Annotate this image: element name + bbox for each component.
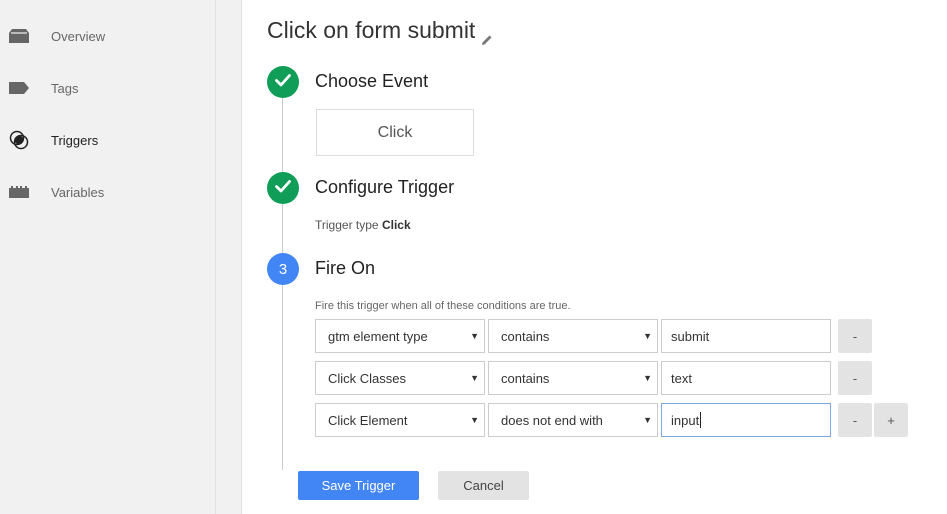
condition-value-input[interactable]: text <box>661 361 831 395</box>
save-trigger-button[interactable]: Save Trigger <box>298 471 419 500</box>
sidebar-item-label: Overview <box>51 28 106 44</box>
variable-select-value: Click Classes <box>328 370 407 386</box>
cancel-button[interactable]: Cancel <box>438 471 529 500</box>
page-title: Click on form submit <box>267 17 493 45</box>
step-title-fire-on: Fire On <box>315 258 376 278</box>
condition-value-input[interactable]: submit <box>661 319 831 353</box>
sidebar-item-variables[interactable]: Variables <box>0 172 216 212</box>
variable-select[interactable]: Click Classes ▼ <box>315 361 485 395</box>
dropdown-arrow-icon: ▼ <box>643 373 652 383</box>
condition-value-text: text <box>671 370 692 386</box>
variable-select[interactable]: gtm element type ▼ <box>315 319 485 353</box>
trigger-editor: Click on form submit Choose Event Click … <box>243 0 947 514</box>
step-connector <box>282 284 283 470</box>
operator-select[interactable]: does not end with ▼ <box>488 403 658 437</box>
sidebar-item-tags[interactable]: Tags <box>0 68 216 108</box>
step-connector <box>282 97 283 177</box>
trigger-type-value: Click <box>381 218 411 232</box>
remove-condition-button[interactable]: - <box>838 361 872 395</box>
step-complete-badge <box>267 172 299 204</box>
dropdown-arrow-icon: ▼ <box>470 415 479 425</box>
variables-icon <box>9 184 29 200</box>
event-type-label: Click <box>377 123 413 141</box>
operator-select[interactable]: contains ▼ <box>488 319 658 353</box>
trigger-icon <box>9 130 29 150</box>
step-title-choose-event: Choose Event <box>315 71 429 91</box>
checkmark-icon <box>275 73 291 91</box>
dropdown-arrow-icon: ▼ <box>470 373 479 383</box>
variable-select[interactable]: Click Element ▼ <box>315 403 485 437</box>
sidebar-item-label: Variables <box>51 184 105 200</box>
operator-select[interactable]: contains ▼ <box>488 361 658 395</box>
step-title-configure-trigger: Configure Trigger <box>315 177 455 197</box>
text-cursor <box>700 412 702 428</box>
operator-select-value: contains <box>501 370 550 386</box>
sidebar-item-label: Tags <box>51 80 79 96</box>
dropdown-arrow-icon: ▼ <box>643 415 652 425</box>
dropdown-arrow-icon: ▼ <box>470 331 479 341</box>
trigger-type-label: Trigger type <box>315 218 379 232</box>
sidebar-item-triggers[interactable]: Triggers <box>0 120 216 160</box>
tag-icon <box>9 80 29 96</box>
add-condition-button[interactable]: + <box>874 403 908 437</box>
event-type-card[interactable]: Click <box>316 109 474 156</box>
sidebar-item-overview[interactable]: Overview <box>0 16 216 56</box>
condition-value-input[interactable]: input <box>661 403 831 437</box>
pencil-icon[interactable] <box>481 25 493 45</box>
checkmark-icon <box>275 179 291 197</box>
remove-condition-button[interactable]: - <box>838 403 872 437</box>
sidebar-divider <box>216 0 242 514</box>
trigger-type-text: Trigger type Click <box>315 218 411 232</box>
sidebar-item-label: Triggers <box>51 132 99 148</box>
overview-icon <box>9 28 29 44</box>
trigger-name: Click on form submit <box>267 17 476 43</box>
dropdown-arrow-icon: ▼ <box>643 331 652 341</box>
condition-value-text: submit <box>671 328 710 344</box>
remove-condition-button[interactable]: - <box>838 319 872 353</box>
step-number-badge: 3 <box>267 253 299 285</box>
step-connector <box>282 203 283 255</box>
fire-on-description: Fire this trigger when all of these cond… <box>315 300 571 312</box>
condition-value-text: input <box>671 412 700 428</box>
variable-select-value: gtm element type <box>328 328 428 344</box>
operator-select-value: does not end with <box>501 412 603 428</box>
operator-select-value: contains <box>501 328 550 344</box>
variable-select-value: Click Element <box>328 412 408 428</box>
sidebar: Overview Tags Triggers Variables <box>0 0 216 514</box>
step-complete-badge <box>267 66 299 98</box>
